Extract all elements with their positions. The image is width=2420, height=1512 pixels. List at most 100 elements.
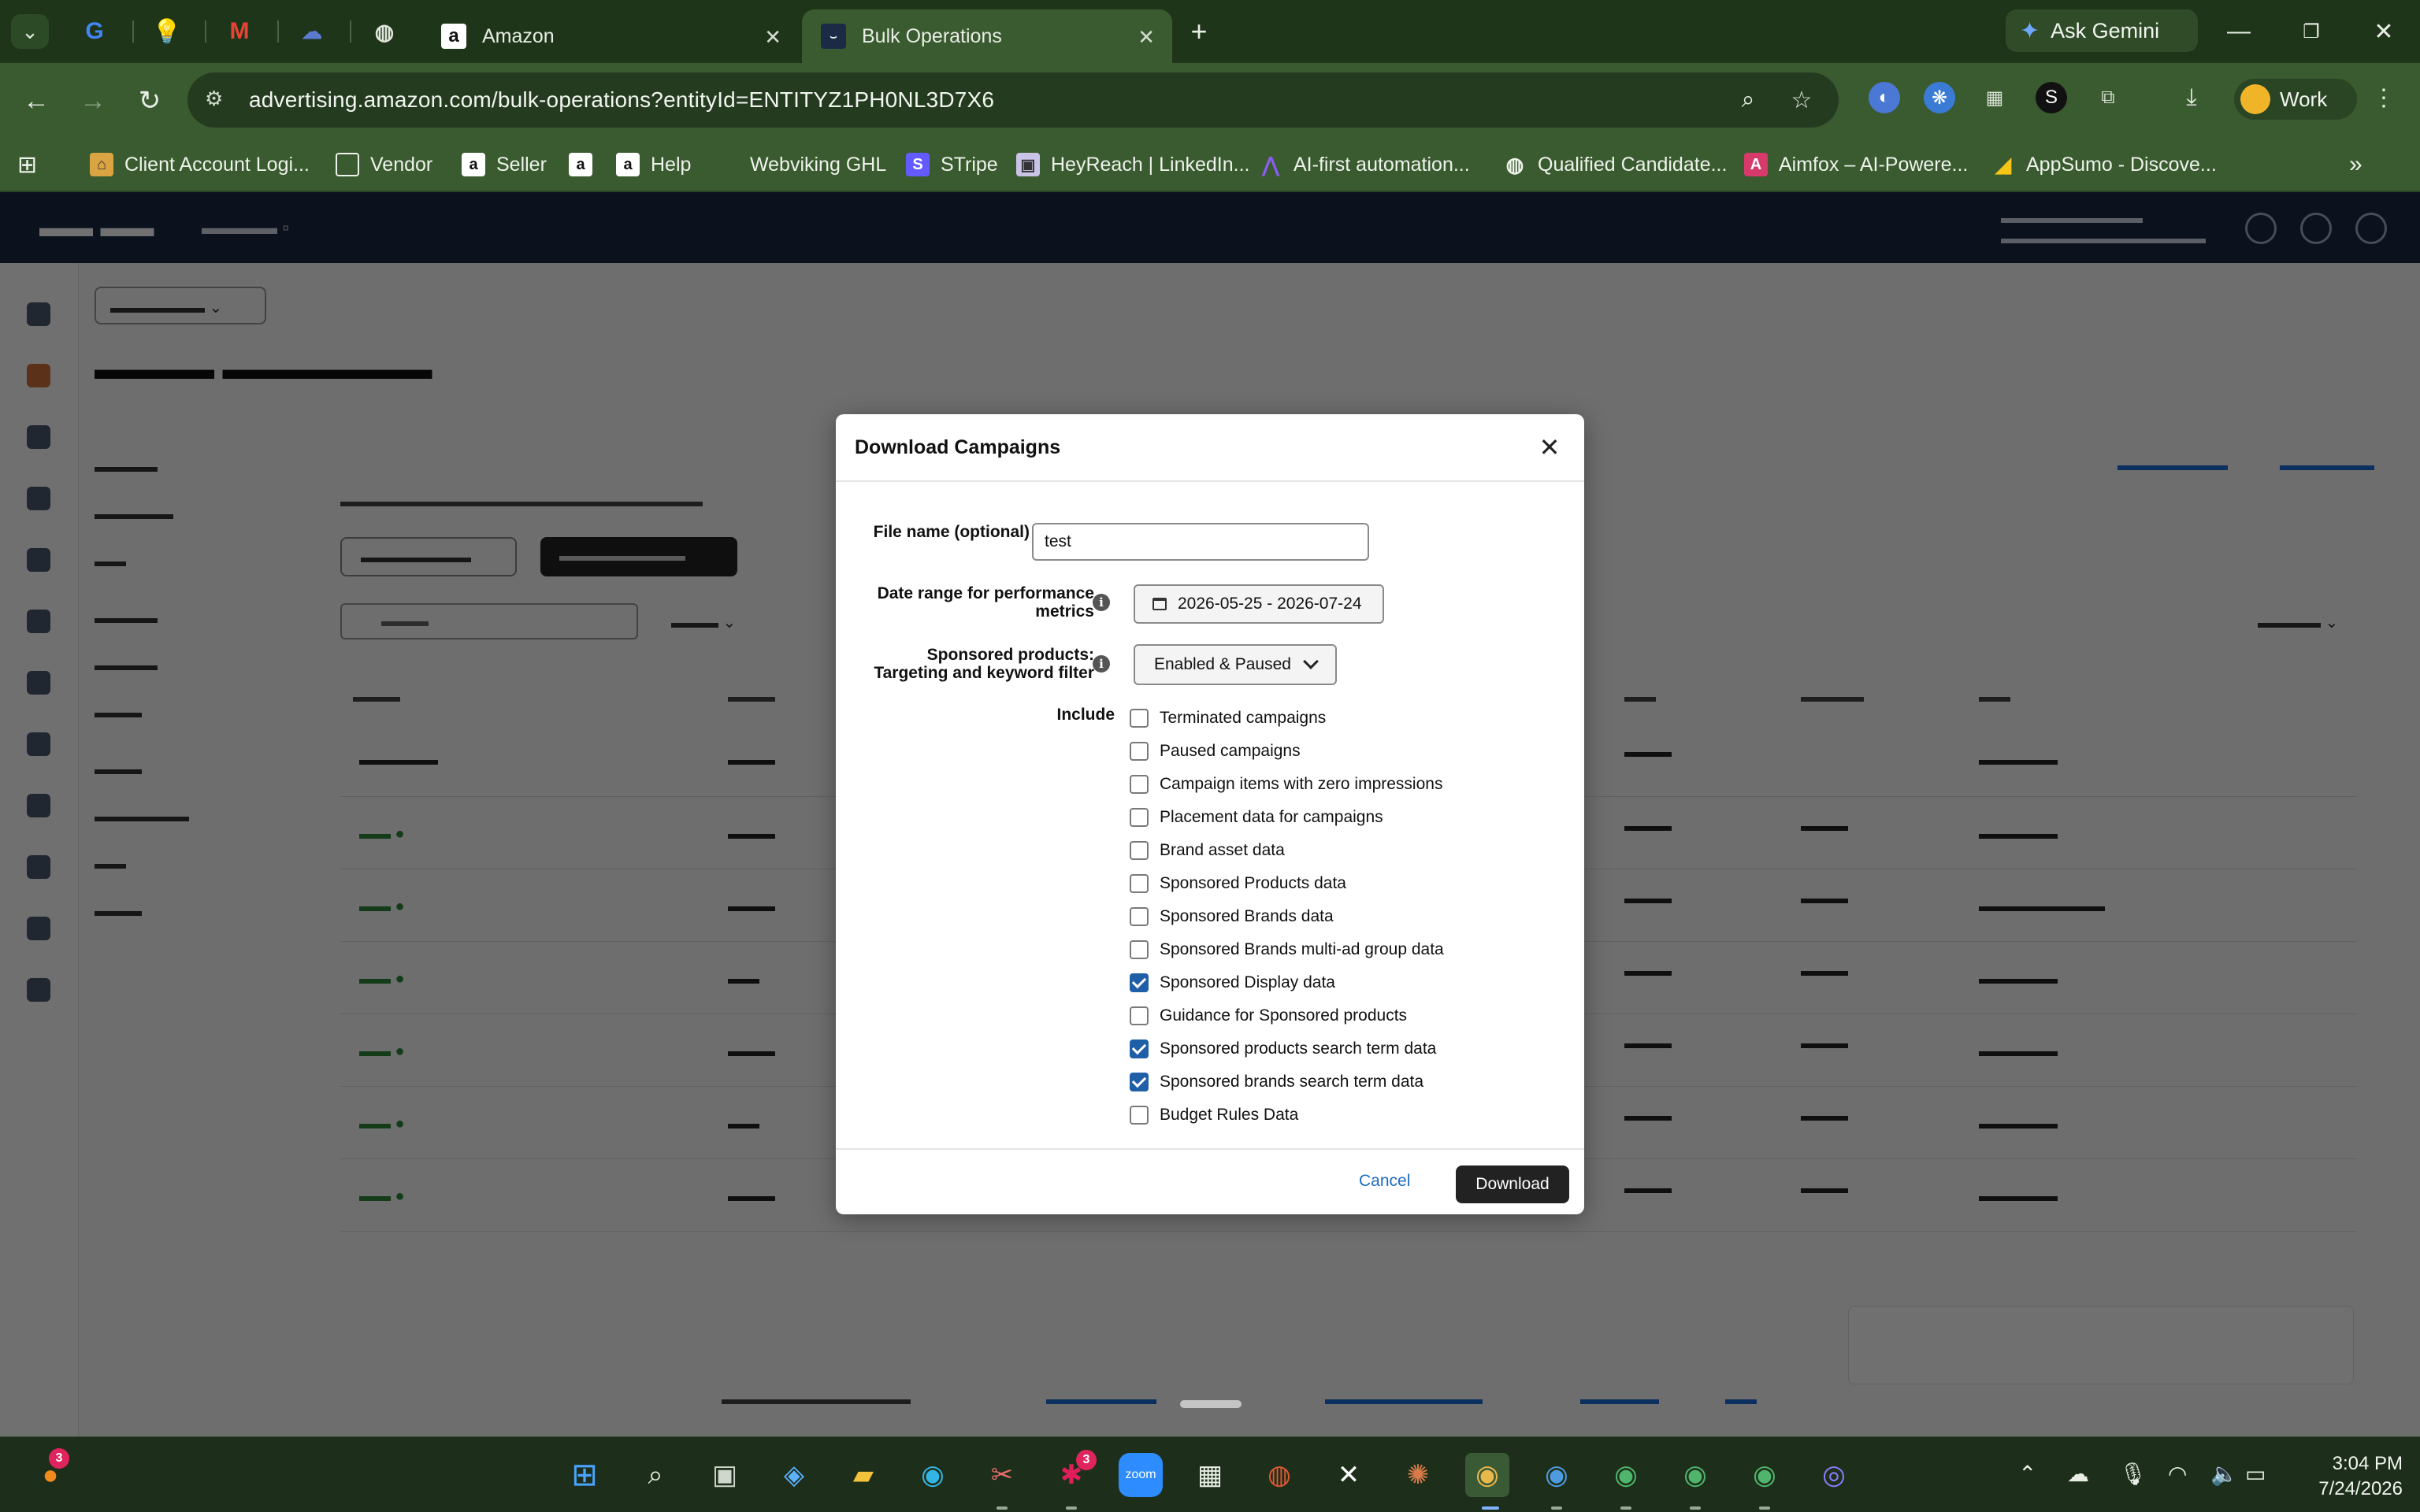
info-icon[interactable]: i	[1093, 655, 1110, 673]
date-range-picker[interactable]: 2026-05-25 - 2026-07-24	[1134, 584, 1384, 624]
include-placement-data[interactable]: Placement data for campaigns	[1130, 804, 1383, 831]
show-hidden-icons-icon[interactable]: ⌃	[2018, 1461, 2036, 1487]
close-window-button[interactable]: ✕	[2360, 14, 2407, 49]
profile-button[interactable]: Work	[2234, 79, 2357, 120]
include-brand-asset-data[interactable]: Brand asset data	[1130, 837, 1285, 864]
extension-icon[interactable]: ◐	[1869, 82, 1900, 113]
checkbox[interactable]	[1130, 709, 1149, 728]
include-terminated-campaigns[interactable]: Terminated campaigns	[1130, 705, 1326, 732]
include-sponsored-brands-data[interactable]: Sponsored Brands data	[1130, 903, 1334, 930]
bookmark-star-icon[interactable]: ☆	[1787, 85, 1817, 115]
include-guidance-sponsored-products[interactable]: Guidance for Sponsored products	[1130, 1002, 1407, 1029]
url-text[interactable]: advertising.amazon.com/bulk-operations?e…	[249, 87, 994, 113]
site-settings-icon[interactable]: ⚙	[205, 87, 232, 113]
restore-button[interactable]: ❐	[2288, 14, 2335, 49]
chrome-profile-icon[interactable]: ◉	[1604, 1453, 1648, 1497]
gmail-pinned-tab[interactable]: M	[219, 14, 260, 49]
capcut-icon[interactable]: ✕	[1327, 1453, 1371, 1497]
bookmark-amazon[interactable]: a	[569, 150, 603, 180]
bookmark-ai-first[interactable]: ⋀ AI-first automation...	[1259, 150, 1469, 180]
ask-gemini-button[interactable]: ✦ Ask Gemini	[2006, 9, 2198, 52]
tab-search-button[interactable]: ⌄	[11, 14, 49, 49]
close-tab-icon[interactable]: ✕	[1138, 25, 1155, 50]
bookmark-client-account[interactable]: ⌂ Client Account Logi...	[90, 150, 310, 180]
checkbox[interactable]	[1130, 1106, 1149, 1125]
checkbox[interactable]	[1130, 973, 1149, 992]
battery-icon[interactable]: ▭	[2245, 1461, 2266, 1487]
apps-grid-icon[interactable]: ⊞	[17, 150, 37, 180]
onedrive-icon[interactable]: ☁	[2067, 1461, 2089, 1487]
bookmark-aimfox[interactable]: A Aimfox – AI-Powere...	[1744, 150, 1968, 180]
bookmark-help[interactable]: a Help	[616, 150, 691, 180]
checkbox[interactable]	[1130, 1073, 1149, 1091]
store-icon[interactable]: ▦	[1188, 1453, 1232, 1497]
new-tab-button[interactable]: +	[1182, 14, 1216, 49]
chrome-profile-icon[interactable]: ◉	[1535, 1453, 1579, 1497]
download-button[interactable]: Download	[1456, 1166, 1569, 1203]
file-explorer-icon[interactable]: ▰	[841, 1453, 885, 1497]
checkbox[interactable]	[1130, 1040, 1149, 1058]
volume-icon[interactable]: 🔈	[2210, 1461, 2238, 1487]
extensions-puzzle-icon[interactable]: ⧉	[2092, 82, 2124, 113]
extension-icon[interactable]: S	[2036, 82, 2067, 113]
duckduckgo-icon[interactable]: ◍	[1257, 1453, 1301, 1497]
checkbox[interactable]	[1130, 1006, 1149, 1025]
chrome-profile-icon[interactable]: ◉	[1743, 1453, 1787, 1497]
scroll-handle[interactable]	[1180, 1400, 1242, 1408]
zoom-icon[interactable]: zoom	[1119, 1453, 1163, 1497]
wifi-icon[interactable]: ◠	[2168, 1461, 2187, 1487]
microphone-icon[interactable]: 🎙	[2119, 1461, 2147, 1487]
checkbox[interactable]	[1130, 742, 1149, 761]
include-paused-campaigns[interactable]: Paused campaigns	[1130, 738, 1301, 765]
checkbox[interactable]	[1130, 940, 1149, 959]
info-icon[interactable]: i	[1093, 594, 1110, 611]
start-windows-icon[interactable]: ⊞	[562, 1453, 607, 1497]
reload-button[interactable]: ↻	[131, 82, 169, 120]
include-sponsored-display-data[interactable]: Sponsored Display data	[1130, 969, 1335, 996]
extension-icon[interactable]: ❋	[1924, 82, 1955, 113]
include-sponsored-products-data[interactable]: Sponsored Products data	[1130, 870, 1346, 897]
app-icon[interactable]: ◎	[1812, 1453, 1856, 1497]
bookmark-vendor[interactable]: Vendor	[336, 150, 432, 180]
downloads-icon[interactable]: ⤓	[2176, 82, 2207, 113]
more-bookmarks-icon[interactable]: »	[2349, 150, 2362, 180]
bookmark-appsumo[interactable]: ◢ AppSumo - Discove...	[1991, 150, 2217, 180]
include-sb-search-term-data[interactable]: Sponsored brands search term data	[1130, 1069, 1423, 1095]
search-icon[interactable]: ⌕	[633, 1453, 677, 1497]
include-budget-rules-data[interactable]: Budget Rules Data	[1130, 1102, 1298, 1128]
tab-bulk-operations[interactable]: ⌣ Bulk Operations ✕	[802, 9, 1172, 63]
copilot-icon[interactable]: ◈	[772, 1453, 816, 1497]
keep-pinned-tab[interactable]: 💡	[147, 14, 187, 49]
taskbar-clock[interactable]: 3:04 PM 7/24/2026	[2285, 1451, 2403, 1502]
cancel-button[interactable]: Cancel	[1359, 1172, 1410, 1191]
google-pinned-tab[interactable]: G	[74, 14, 115, 49]
edge-icon[interactable]: ◉	[911, 1453, 955, 1497]
checkbox[interactable]	[1130, 874, 1149, 893]
bookmark-seller[interactable]: a Seller	[462, 150, 547, 180]
close-tab-icon[interactable]: ✕	[764, 25, 781, 50]
snipping-tool-icon[interactable]: ✂	[980, 1453, 1024, 1497]
include-zero-impressions[interactable]: Campaign items with zero impressions	[1130, 771, 1442, 798]
chrome-profile-icon[interactable]: ◉	[1673, 1453, 1717, 1497]
bookmark-heyreach[interactable]: ▣ HeyReach | LinkedIn...	[1016, 150, 1249, 180]
bookmark-webviking[interactable]: Webviking GHL	[750, 150, 886, 180]
task-view-icon[interactable]: ▣	[703, 1453, 747, 1497]
targeting-filter-select[interactable]: Enabled & Paused	[1134, 644, 1337, 685]
checkbox[interactable]	[1130, 775, 1149, 794]
zoom-icon[interactable]: ⌕	[1733, 85, 1763, 115]
close-icon[interactable]: ✕	[1534, 432, 1565, 463]
include-sponsored-brands-multi-ad[interactable]: Sponsored Brands multi-ad group data	[1130, 936, 1444, 963]
tab-amazon[interactable]: a Amazon ✕	[422, 9, 799, 63]
back-button[interactable]: ←	[17, 82, 55, 120]
minimize-button[interactable]: —	[2215, 14, 2262, 49]
more-menu-icon[interactable]: ⋮	[2368, 82, 2400, 113]
globe-pinned-tab[interactable]: ◍	[364, 14, 405, 49]
checkbox[interactable]	[1130, 907, 1149, 926]
checkbox[interactable]	[1130, 808, 1149, 827]
file-name-input[interactable]	[1032, 523, 1369, 561]
cloud-pinned-tab[interactable]: ☁	[291, 14, 332, 49]
checkbox[interactable]	[1130, 841, 1149, 860]
chrome-work-icon[interactable]: ◉	[1465, 1453, 1509, 1497]
claude-icon[interactable]: ✺	[1396, 1453, 1440, 1497]
address-bar[interactable]: ⚙ advertising.amazon.com/bulk-operations…	[187, 72, 1839, 128]
